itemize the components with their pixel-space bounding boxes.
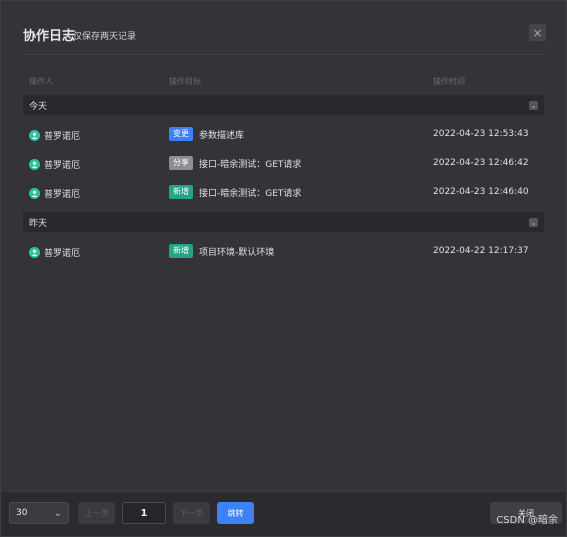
prev-page-button[interactable]: 上一页 bbox=[78, 502, 115, 524]
header-divider bbox=[23, 54, 544, 55]
column-time: 操作时间 bbox=[433, 77, 465, 86]
target-name: 项目环境-默认环境 bbox=[199, 247, 275, 258]
table-row: 普罗诺厄 变更 参数描述库 2022-04-23 12:53:43 bbox=[23, 125, 544, 145]
chevron-down-icon[interactable]: ⌄ bbox=[529, 101, 538, 110]
table-row: 普罗诺厄 新增 项目环境-默认环境 2022-04-22 12:17:37 bbox=[23, 242, 544, 262]
go-button[interactable]: 跳转 bbox=[217, 502, 254, 524]
action-tag: 新增 bbox=[169, 185, 193, 199]
page-number-input[interactable]: 1 bbox=[122, 502, 166, 524]
operator-cell: 普罗诺厄 bbox=[29, 187, 80, 200]
table-row: 普罗诺厄 分享 接口-暗余测试：GET请求 2022-04-23 12:46:4… bbox=[23, 154, 544, 174]
target-cell: 分享 接口-暗余测试：GET请求 bbox=[169, 156, 301, 170]
target-cell: 新增 接口-暗余测试：GET请求 bbox=[169, 185, 301, 199]
operator-name: 普罗诺厄 bbox=[44, 132, 81, 142]
operation-time: 2022-04-23 12:46:40 bbox=[433, 187, 529, 197]
table-row: 普罗诺厄 新增 接口-暗余测试：GET请求 2022-04-23 12:46:4… bbox=[23, 183, 544, 203]
action-tag: 分享 bbox=[169, 156, 193, 170]
target-name: 参数描述库 bbox=[199, 130, 245, 141]
target-cell: 变更 参数描述库 bbox=[169, 127, 244, 141]
operation-time: 2022-04-23 12:46:42 bbox=[433, 158, 529, 168]
dialog-footer: 30 ⌄ 上一页 1 下一页 跳转 关闭 CSDN @暗余 bbox=[1, 491, 566, 536]
column-operator: 操作人 bbox=[29, 77, 53, 86]
operation-time: 2022-04-22 12:17:37 bbox=[433, 246, 529, 256]
group-yesterday[interactable]: 昨天 ⌄ bbox=[23, 212, 544, 232]
operator-cell: 普罗诺厄 bbox=[29, 158, 80, 171]
operator-cell: 普罗诺厄 bbox=[29, 246, 80, 259]
action-tag: 新增 bbox=[169, 244, 193, 258]
column-target: 操作目标 bbox=[169, 77, 201, 86]
next-page-button[interactable]: 下一页 bbox=[173, 502, 210, 524]
group-title: 昨天 bbox=[29, 218, 48, 229]
page-size-select[interactable]: 30 ⌄ bbox=[9, 502, 69, 524]
group-title: 今天 bbox=[29, 101, 48, 112]
collaboration-log-dialog: 协作日志 仅保存两天记录 × 操作人 操作目标 操作时间 今天 ⌄ 普罗诺厄 变… bbox=[0, 0, 567, 537]
user-avatar-icon bbox=[29, 130, 40, 141]
target-name: 接口-暗余测试：GET请求 bbox=[199, 159, 302, 170]
user-avatar-icon bbox=[29, 159, 40, 170]
operator-cell: 普罗诺厄 bbox=[29, 129, 80, 142]
target-cell: 新增 项目环境-默认环境 bbox=[169, 244, 274, 258]
dialog-header: 协作日志 仅保存两天记录 × bbox=[23, 19, 548, 47]
user-avatar-icon bbox=[29, 188, 40, 199]
close-icon[interactable]: × bbox=[529, 24, 546, 41]
dialog-title: 协作日志 bbox=[23, 29, 76, 44]
dialog-subtitle: 仅保存两天记录 bbox=[73, 32, 137, 42]
table-header: 操作人 操作目标 操作时间 bbox=[23, 76, 544, 90]
page-size-value: 30 bbox=[16, 508, 28, 518]
operator-name: 普罗诺厄 bbox=[44, 249, 81, 259]
chevron-down-icon[interactable]: ⌄ bbox=[529, 218, 538, 227]
watermark: CSDN @暗余 bbox=[496, 515, 558, 526]
user-avatar-icon bbox=[29, 247, 40, 258]
group-today[interactable]: 今天 ⌄ bbox=[23, 95, 544, 115]
operation-time: 2022-04-23 12:53:43 bbox=[433, 129, 529, 139]
operator-name: 普罗诺厄 bbox=[44, 190, 81, 200]
action-tag: 变更 bbox=[169, 127, 193, 141]
target-name: 接口-暗余测试：GET请求 bbox=[199, 188, 302, 199]
chevron-down-icon: ⌄ bbox=[53, 508, 62, 519]
operator-name: 普罗诺厄 bbox=[44, 161, 81, 171]
